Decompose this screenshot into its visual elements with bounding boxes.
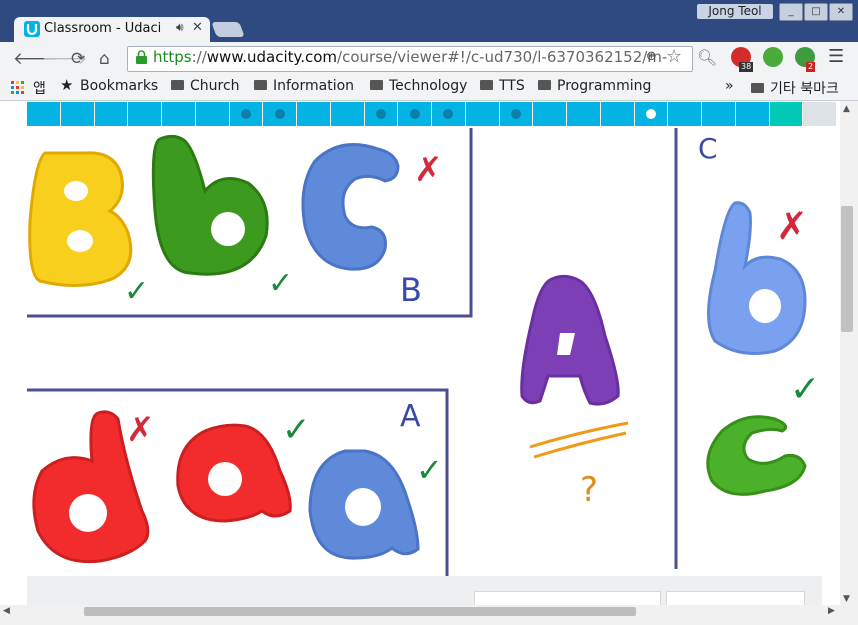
zoom-icon[interactable]: ⊕: [646, 49, 657, 64]
udacity-favicon-icon: [24, 21, 40, 37]
letter-c-green: [706, 415, 807, 496]
apps-icon[interactable]: [11, 81, 24, 94]
vertical-scrollbar[interactable]: [840, 101, 858, 610]
tab-close-icon[interactable]: ✕: [192, 20, 203, 35]
letter-A-purple: [520, 274, 620, 406]
folder-icon: [480, 80, 493, 90]
home-icon[interactable]: ⌂: [99, 49, 110, 69]
lesson-whiteboard: ✓ ✓ ✗ B ✗ ✓ A ✓ ? C ✗ ✓: [27, 128, 820, 577]
url-text[interactable]: https://www.udacity.com/course/viewer#!/…: [153, 48, 667, 66]
folder-icon: [370, 80, 383, 90]
letter-a-red: [176, 423, 292, 523]
horizontal-scroll-thumb[interactable]: [84, 607, 636, 616]
extension-badge: 2: [806, 62, 816, 72]
letter-C-blue: [301, 143, 400, 271]
menu-icon[interactable]: ☰: [828, 46, 844, 67]
url-host: www.udacity.com: [206, 48, 338, 66]
cross-mark: ✗: [414, 150, 443, 190]
bookmark-folder-label: Programming: [557, 78, 652, 94]
bookmark-folder-programming[interactable]: Programming: [538, 78, 651, 94]
bookmark-bookmarks[interactable]: Bookmarks: [80, 78, 158, 94]
check-mark: ✓: [268, 266, 293, 301]
handwritten-label: C: [698, 132, 718, 165]
new-tab-button[interactable]: [211, 22, 245, 37]
tab-title: Classroom - Udaci: [44, 21, 162, 36]
letter-B-yellow: [28, 151, 133, 288]
close-window-button[interactable]: ✕: [829, 3, 853, 21]
scroll-right-icon[interactable]: ▶: [828, 606, 835, 616]
bookmarks-star-icon: ★: [60, 76, 74, 94]
url-separator: ://: [191, 48, 207, 66]
magnifier-extension-icon[interactable]: 🔍︎: [697, 48, 717, 67]
bookmarks-overflow-button[interactable]: »: [725, 78, 734, 94]
bookmark-folder-technology[interactable]: Technology: [370, 78, 467, 94]
handwritten-label: A: [400, 399, 421, 434]
question-mark: ?: [580, 470, 598, 510]
underline-stroke: [533, 431, 627, 459]
bookmark-folder-label: 기타 북마크: [770, 81, 839, 97]
profile-name[interactable]: Jong Teol: [697, 4, 773, 19]
folder-icon: [751, 83, 764, 93]
folder-icon: [254, 80, 267, 90]
reload-icon[interactable]: ⟳: [71, 49, 85, 69]
maximize-button[interactable]: □: [804, 3, 828, 21]
check-mark: ✓: [282, 410, 311, 450]
bookmark-folder-label: TTS: [499, 78, 525, 94]
letter-b-green: [151, 134, 269, 276]
handwritten-label: B: [400, 271, 422, 309]
tab-audio-icon[interactable]: 🔊︎: [176, 20, 184, 35]
bookmark-folder-label: Technology: [389, 78, 468, 94]
check-mark: ✓: [124, 274, 149, 309]
scroll-down-icon[interactable]: ▼: [843, 594, 850, 604]
folder-icon: [538, 80, 551, 90]
folder-icon: [171, 80, 184, 90]
letter-a-blue: [308, 449, 420, 560]
cross-mark: ✗: [126, 410, 155, 450]
bookmark-folder-other[interactable]: 기타 북마크: [751, 78, 839, 98]
bookmark-folder-church[interactable]: Church: [171, 78, 240, 94]
url-path: /course/viewer#!/c-ud730/l-6370362152/m-: [337, 48, 668, 66]
bookmark-star-icon[interactable]: ☆: [666, 46, 682, 67]
scroll-left-icon[interactable]: ◀: [3, 606, 10, 616]
bookmark-apps[interactable]: 앱: [33, 78, 46, 98]
url-scheme: https: [153, 48, 192, 66]
green-extension-icon[interactable]: [763, 47, 783, 67]
minimize-button[interactable]: _: [779, 3, 803, 21]
scroll-up-icon[interactable]: ▲: [843, 104, 850, 114]
extension-badge: 38: [739, 62, 754, 72]
bookmark-folder-label: Church: [190, 78, 240, 94]
lock-icon: [136, 50, 147, 64]
vertical-scroll-thumb[interactable]: [841, 206, 853, 332]
bookmark-folder-label: Information: [273, 78, 355, 94]
cross-mark: ✗: [776, 204, 808, 248]
bookmark-folder-information[interactable]: Information: [254, 78, 354, 94]
check-mark: ✓: [416, 451, 443, 489]
check-mark: ✓: [790, 369, 820, 410]
bookmark-folder-tts[interactable]: TTS: [480, 78, 525, 94]
